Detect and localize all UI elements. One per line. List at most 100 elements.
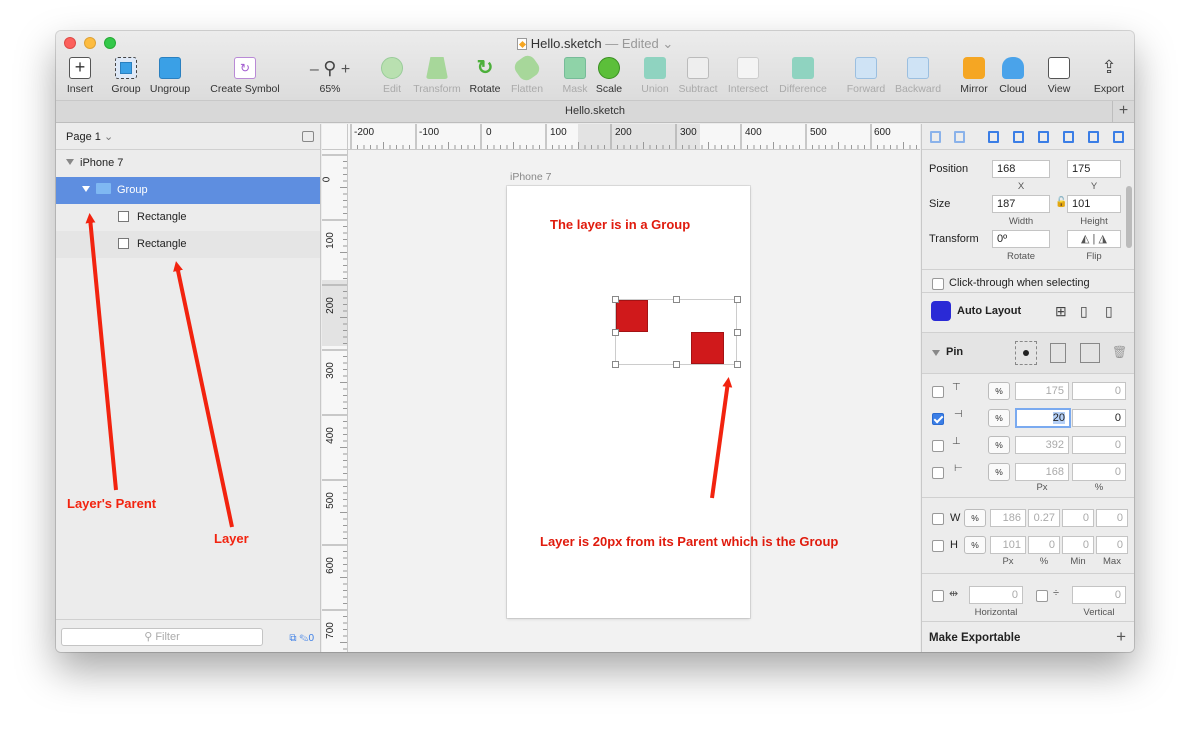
- rotate-button[interactable]: ↻ Rotate: [466, 57, 504, 95]
- add-export-button[interactable]: +: [1116, 627, 1126, 647]
- h-pct-field[interactable]: 0: [1028, 536, 1060, 554]
- w-min-field[interactable]: 0: [1062, 509, 1094, 527]
- zoom-in-button[interactable]: +: [341, 61, 350, 78]
- horizontal-ruler[interactable]: -200 -100 0 100 200 300 400 500 600: [348, 124, 920, 150]
- percent-toggle[interactable]: %: [964, 509, 986, 527]
- resize-handle[interactable]: [734, 361, 741, 368]
- transform-button[interactable]: Transform: [410, 57, 464, 95]
- align-right-icon[interactable]: [1038, 131, 1049, 143]
- horizontal-checkbox[interactable]: [932, 590, 944, 602]
- pin-right-pct-field[interactable]: 0: [1072, 463, 1126, 481]
- resize-handle[interactable]: [612, 296, 619, 303]
- ungroup-button[interactable]: Ungroup: [148, 57, 192, 95]
- rectangle-layer[interactable]: [616, 300, 648, 332]
- pin-top-field[interactable]: 175: [1015, 382, 1069, 400]
- pin-bottom-checkbox[interactable]: [932, 440, 944, 452]
- resize-handle[interactable]: [734, 296, 741, 303]
- percent-toggle[interactable]: %: [988, 409, 1010, 427]
- rotate-field[interactable]: 0º: [992, 230, 1050, 248]
- new-tab-button[interactable]: +: [1112, 101, 1134, 122]
- collapse-pages-button[interactable]: [302, 131, 314, 142]
- artboard-iphone7[interactable]: The layer is in a Group: [507, 186, 750, 618]
- click-through-checkbox[interactable]: [932, 278, 944, 290]
- view-button[interactable]: View: [1042, 57, 1076, 95]
- h-max-field[interactable]: 0: [1096, 536, 1128, 554]
- pin-header[interactable]: Pin 🗑: [922, 333, 1134, 373]
- layer-group[interactable]: Group: [56, 177, 320, 204]
- disclosure-triangle-icon[interactable]: [932, 350, 940, 356]
- vertical-checkbox[interactable]: [1036, 590, 1048, 602]
- w-max-field[interactable]: 0: [1096, 509, 1128, 527]
- resize-handle[interactable]: [734, 329, 741, 336]
- percent-toggle[interactable]: %: [964, 536, 986, 554]
- rectangle-layer[interactable]: [691, 332, 724, 364]
- backward-button[interactable]: Backward: [892, 57, 944, 95]
- lock-icon[interactable]: 🔓: [1055, 197, 1067, 208]
- align-center-icon[interactable]: [1013, 131, 1024, 143]
- canvas[interactable]: -200 -100 0 100 200 300 400 500 600 0 10…: [322, 124, 920, 652]
- symbol-filter-icon[interactable]: ⧉: [289, 633, 296, 644]
- page-selector[interactable]: Page 1 ⌄: [56, 124, 320, 150]
- pin-vertical-icon[interactable]: [1050, 343, 1066, 363]
- disclosure-triangle-icon[interactable]: [66, 159, 74, 165]
- width-field[interactable]: 187: [992, 195, 1050, 213]
- flip-vertical-icon[interactable]: ◮: [1098, 233, 1106, 245]
- intersect-button[interactable]: Intersect: [724, 57, 772, 95]
- align-top-icon[interactable]: [1063, 131, 1074, 143]
- export-button[interactable]: ⇪ Export: [1090, 57, 1128, 95]
- x-field[interactable]: 168: [992, 160, 1050, 178]
- resize-handle[interactable]: [612, 329, 619, 336]
- distribute-horizontal-icon[interactable]: [930, 131, 941, 143]
- cloud-button[interactable]: Cloud: [994, 57, 1032, 95]
- group-button[interactable]: Group: [108, 57, 144, 95]
- create-symbol-button[interactable]: ↻ Create Symbol: [206, 57, 284, 95]
- pin-right-checkbox[interactable]: [932, 467, 944, 479]
- mask-button[interactable]: Mask: [560, 57, 590, 95]
- pin-box-icon[interactable]: [1015, 341, 1037, 365]
- w-pct-field[interactable]: 0.27: [1028, 509, 1060, 527]
- pin-right-field[interactable]: 168: [1015, 463, 1069, 481]
- zoom-out-button[interactable]: –: [310, 61, 319, 78]
- vertical-field[interactable]: 0: [1072, 586, 1126, 604]
- flip-control[interactable]: ◭ | ◮: [1067, 230, 1121, 248]
- difference-button[interactable]: Difference: [774, 57, 832, 95]
- vertical-ruler[interactable]: 0 100 200 300 400 500 600 700: [322, 150, 348, 652]
- align-middle-icon[interactable]: [1088, 131, 1099, 143]
- subtract-button[interactable]: Subtract: [674, 57, 722, 95]
- insert-button[interactable]: + Insert: [62, 57, 98, 95]
- w-px-field[interactable]: 186: [990, 509, 1026, 527]
- pin-bottom-field[interactable]: 392: [1015, 436, 1069, 454]
- pin-top-checkbox[interactable]: [932, 386, 944, 398]
- pin-bottom-pct-field[interactable]: 0: [1072, 436, 1126, 454]
- w-checkbox[interactable]: [932, 513, 944, 525]
- pin-horizontal-icon[interactable]: [1080, 343, 1100, 363]
- zoom-control[interactable]: – ⚲ + 65%: [300, 57, 360, 95]
- device-icon[interactable]: ▯: [1080, 303, 1088, 320]
- resize-handle[interactable]: [612, 361, 619, 368]
- resize-handle[interactable]: [673, 296, 680, 303]
- scale-button[interactable]: Scale: [594, 57, 624, 95]
- devices-icon[interactable]: ▯: [1105, 303, 1113, 320]
- pin-left-checkbox[interactable]: [932, 413, 944, 425]
- inspector-scrollbar[interactable]: [1126, 186, 1132, 248]
- pin-left-pct-field[interactable]: 0: [1072, 409, 1126, 427]
- distribute-vertical-icon[interactable]: [954, 131, 965, 143]
- mirror-button[interactable]: Mirror: [956, 57, 992, 95]
- edit-button[interactable]: Edit: [378, 57, 406, 95]
- filter-options[interactable]: ⧉ ✎0: [289, 633, 314, 644]
- align-bottom-icon[interactable]: [1113, 131, 1124, 143]
- disclosure-triangle-icon[interactable]: [82, 186, 90, 192]
- layer-rectangle[interactable]: Rectangle: [56, 204, 320, 231]
- artboard-title[interactable]: iPhone 7: [510, 171, 551, 183]
- horizontal-field[interactable]: 0: [969, 586, 1023, 604]
- window-title[interactable]: Hello.sketch — Edited ⌄: [56, 36, 1134, 52]
- h-min-field[interactable]: 0: [1062, 536, 1094, 554]
- pin-left-field[interactable]: 20: [1015, 408, 1071, 428]
- h-px-field[interactable]: 101: [990, 536, 1026, 554]
- flip-horizontal-icon[interactable]: ◭: [1081, 233, 1089, 245]
- height-field[interactable]: 101: [1067, 195, 1121, 213]
- align-left-icon[interactable]: [988, 131, 999, 143]
- layer-rectangle[interactable]: Rectangle: [56, 231, 320, 258]
- y-field[interactable]: 175: [1067, 160, 1121, 178]
- pin-top-pct-field[interactable]: 0: [1072, 382, 1126, 400]
